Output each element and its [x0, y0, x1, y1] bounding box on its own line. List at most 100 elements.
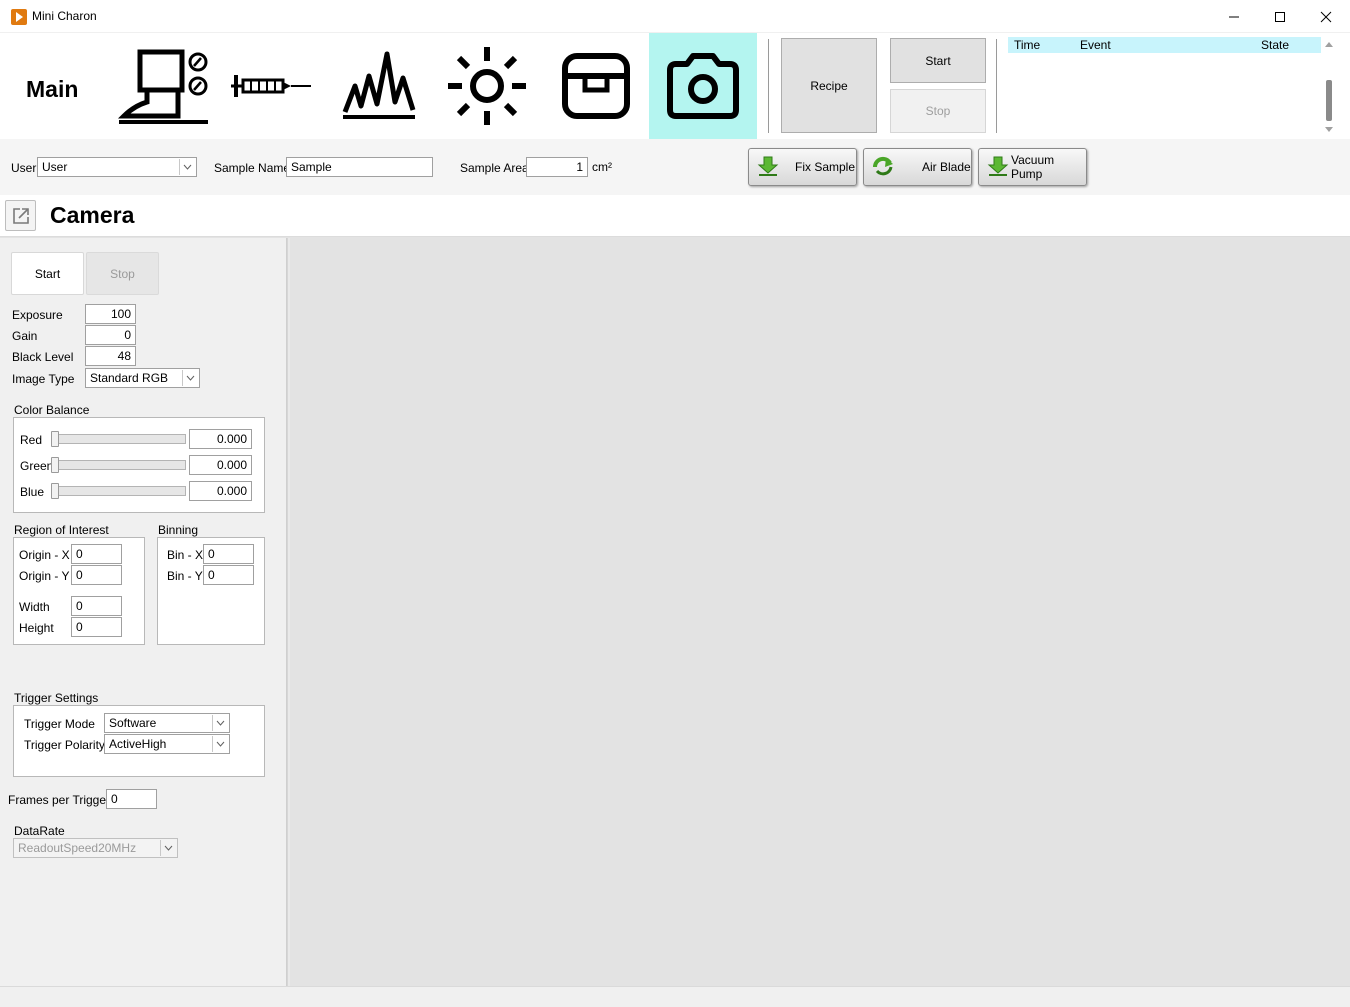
maximize-button[interactable]	[1257, 0, 1303, 33]
recipe-button[interactable]: Recipe	[781, 38, 877, 133]
frames-per-trigger-input[interactable]: 0	[106, 789, 157, 809]
red-slider-track[interactable]	[51, 434, 186, 444]
green-label: Green	[20, 459, 54, 473]
exposure-input[interactable]: 100	[85, 304, 136, 324]
camera-start-button[interactable]: Start	[11, 252, 84, 295]
download-arrow-icon	[757, 155, 779, 180]
popout-button[interactable]	[5, 200, 36, 231]
red-label: Red	[20, 433, 43, 447]
title-bar	[0, 0, 1350, 33]
scrollbar-arrows-icon	[1325, 42, 1333, 132]
vacuum-pump-button[interactable]: Vacuum Pump	[978, 148, 1087, 186]
air-blade-button[interactable]: Air Blade	[863, 148, 972, 186]
bin-y-label: Bin - Y	[167, 569, 203, 583]
blue-label: Blue	[20, 485, 45, 499]
black-level-label: Black Level	[12, 350, 74, 364]
trigger-polarity-value: ActiveHigh	[109, 737, 167, 751]
chevron-down-icon	[212, 736, 228, 752]
toolbar-start-button[interactable]: Start	[890, 38, 986, 83]
origin-x-input[interactable]: 0	[71, 544, 122, 564]
page-title: Camera	[50, 202, 135, 228]
gain-label: Gain	[12, 329, 38, 343]
nav-storage[interactable]	[550, 33, 642, 139]
syringe-icon	[231, 75, 311, 97]
chevron-down-icon	[182, 370, 198, 386]
event-log[interactable]: Time Event State	[1008, 37, 1321, 137]
sample-name-input[interactable]: Sample	[286, 157, 433, 177]
blue-slider-thumb[interactable]	[51, 483, 59, 499]
black-level-input[interactable]: 48	[85, 346, 136, 366]
download-arrow-icon	[987, 155, 1009, 180]
bin-x-label: Bin - X	[167, 548, 204, 562]
image-type-select[interactable]: Standard RGB	[85, 368, 200, 388]
toolbar-separator	[996, 39, 997, 133]
storage-box-icon	[562, 53, 630, 119]
red-slider-thumb[interactable]	[51, 431, 59, 447]
green-value-input[interactable]: 0.000	[189, 455, 252, 475]
exposure-label: Exposure	[12, 308, 63, 322]
event-log-scrollbar[interactable]	[1322, 37, 1336, 137]
binning-label: Binning	[158, 523, 199, 537]
width-input[interactable]: 0	[71, 596, 122, 616]
image-type-label: Image Type	[12, 372, 75, 386]
camera-stop-button[interactable]: Stop	[86, 252, 159, 295]
width-label: Width	[19, 600, 50, 614]
main-label[interactable]: Main	[26, 76, 78, 103]
origin-y-input[interactable]: 0	[71, 565, 122, 585]
roi-label: Region of Interest	[14, 523, 109, 537]
toolbar-stop-button[interactable]: Stop	[890, 89, 986, 133]
air-blade-label: Air Blade	[922, 160, 971, 174]
chevron-down-icon	[179, 159, 195, 175]
user-label: User	[11, 161, 37, 175]
refresh-arrow-icon	[872, 155, 894, 180]
column-time[interactable]: Time	[1014, 38, 1040, 52]
image-type-value: Standard RGB	[90, 371, 169, 385]
sample-bar	[0, 139, 1350, 195]
red-value-input[interactable]: 0.000	[189, 429, 252, 449]
fix-sample-button[interactable]: Fix Sample	[748, 148, 857, 186]
gain-input[interactable]: 0	[85, 325, 136, 345]
vacuum-chamber-icon	[117, 49, 208, 124]
trigger-polarity-label: Trigger Polarity	[24, 738, 105, 752]
close-button[interactable]	[1303, 0, 1349, 33]
event-log-header: Time Event State	[1008, 37, 1321, 53]
fix-sample-label: Fix Sample	[795, 160, 856, 174]
chevron-down-icon	[160, 840, 176, 856]
user-select[interactable]: User	[37, 157, 197, 177]
nav-camera[interactable]	[649, 33, 757, 139]
trigger-mode-select[interactable]: Software	[104, 713, 230, 733]
nav-syringe[interactable]	[228, 33, 314, 139]
status-bar	[0, 986, 1350, 1007]
nav-spectrum[interactable]	[334, 33, 424, 139]
vacuum-pump-label: Vacuum Pump	[1011, 153, 1055, 181]
column-event[interactable]: Event	[1080, 38, 1111, 52]
sample-area-label: Sample Area	[460, 161, 529, 175]
light-icon	[448, 47, 526, 125]
frames-per-trigger-label: Frames per Trigger	[8, 793, 111, 807]
datarate-select[interactable]: ReadoutSpeed20MHz	[13, 838, 178, 858]
maximize-icon	[1275, 11, 1285, 22]
page-header	[0, 195, 1350, 237]
blue-slider-track[interactable]	[51, 486, 186, 496]
height-label: Height	[19, 621, 54, 635]
trigger-settings-label: Trigger Settings	[14, 691, 99, 705]
green-slider-thumb[interactable]	[51, 457, 59, 473]
column-state[interactable]: State	[1261, 38, 1289, 52]
height-input[interactable]: 0	[71, 617, 122, 637]
origin-x-label: Origin - X	[19, 548, 70, 562]
green-slider-track[interactable]	[51, 460, 186, 470]
color-balance-label: Color Balance	[14, 403, 90, 417]
nav-light[interactable]	[440, 33, 534, 139]
bin-x-input[interactable]: 0	[203, 544, 254, 564]
origin-y-label: Origin - Y	[19, 569, 70, 583]
nav-chamber[interactable]	[112, 33, 214, 139]
minimize-button[interactable]	[1211, 0, 1257, 33]
trigger-polarity-select[interactable]: ActiveHigh	[104, 734, 230, 754]
blue-value-input[interactable]: 0.000	[189, 481, 252, 501]
user-value: User	[42, 160, 68, 174]
camera-image-view[interactable]	[290, 238, 1350, 986]
sample-area-input[interactable]: 1	[526, 157, 588, 177]
toolbar-separator	[768, 39, 769, 133]
trigger-mode-value: Software	[109, 716, 157, 730]
bin-y-input[interactable]: 0	[203, 565, 254, 585]
